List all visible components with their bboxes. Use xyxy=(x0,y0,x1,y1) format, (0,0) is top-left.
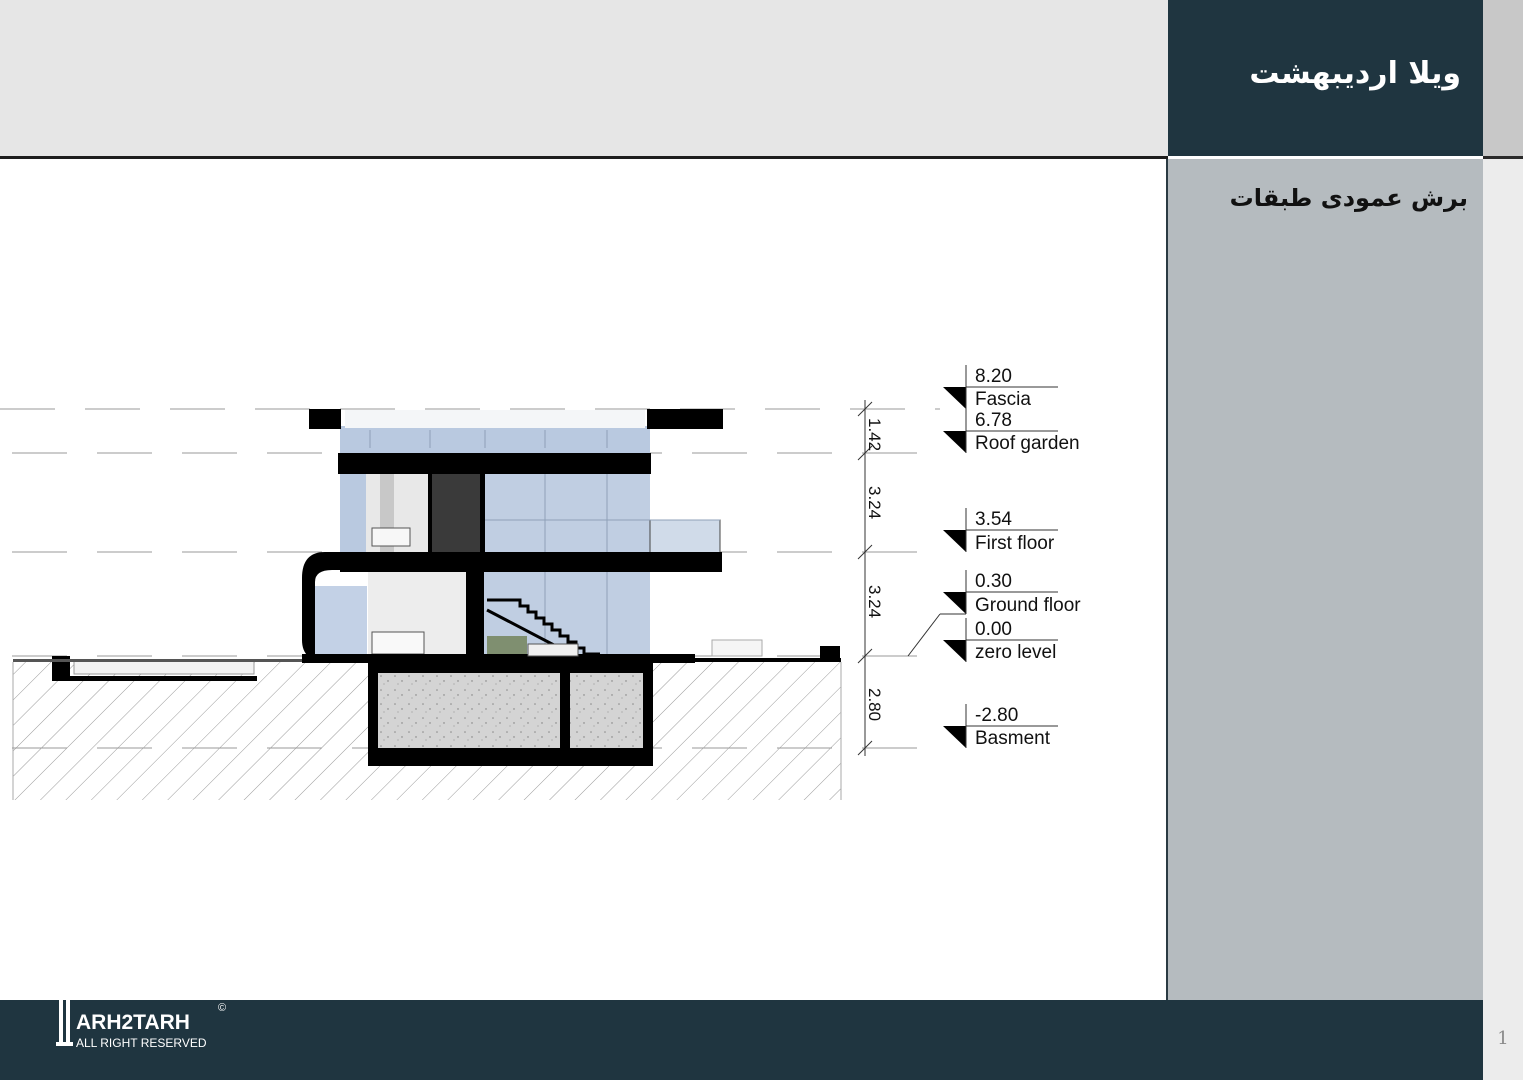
dimension-label: 3.24 xyxy=(865,585,884,618)
logo-rights-text: ALL RIGHT RESERVED xyxy=(76,1036,207,1050)
level-name: Ground floor xyxy=(975,595,1081,616)
header-band xyxy=(0,0,1168,156)
dimension-labels: 1.42 3.24 3.24 2.80 xyxy=(865,418,884,721)
level-name: Fascia xyxy=(975,389,1031,410)
page-title: ویلا اردیبهشت xyxy=(1249,56,1461,91)
level-markers: 8.20 Fascia 6.78 Roof garden 3.54 First … xyxy=(943,365,1081,749)
dimension-label: 1.42 xyxy=(865,418,884,451)
level-elevation: 8.20 xyxy=(975,366,1012,387)
page-number: 1 xyxy=(1497,1028,1509,1049)
level-name: First floor xyxy=(975,533,1055,554)
dimension-label: 3.24 xyxy=(865,486,884,519)
side-panel xyxy=(1166,159,1483,1000)
level-elevation: 0.30 xyxy=(975,571,1012,592)
copyright-icon: © xyxy=(218,1002,227,1014)
level-name: Basment xyxy=(975,728,1051,749)
dimension-label: 2.80 xyxy=(865,688,884,721)
right-strip xyxy=(1483,159,1523,1000)
level-name: Roof garden xyxy=(975,433,1080,454)
level-elevation: -2.80 xyxy=(975,705,1018,726)
level-elevation: 3.54 xyxy=(975,509,1012,530)
logo-brand-text: ARH2TARH xyxy=(76,1011,190,1034)
section-subtitle: برش عمودی طبقات xyxy=(1229,184,1468,212)
level-elevation: 0.00 xyxy=(975,619,1012,640)
section-drawing: 1.42 3.24 3.24 2.80 8.20 Fascia 6.78 Roo… xyxy=(0,365,1081,800)
right-strip-top xyxy=(1483,0,1523,156)
level-elevation: 6.78 xyxy=(975,410,1012,431)
level-name: zero level xyxy=(975,642,1056,663)
